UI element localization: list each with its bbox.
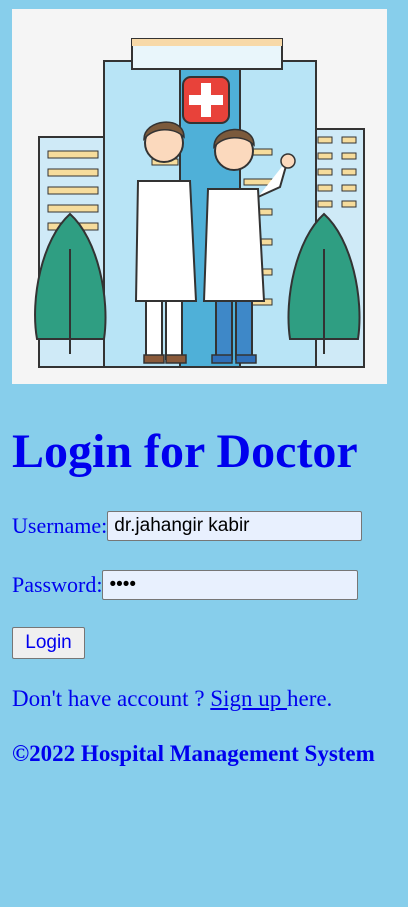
signup-suffix: here. bbox=[286, 686, 333, 711]
login-button[interactable]: Login bbox=[12, 627, 85, 659]
password-label: Password: bbox=[12, 571, 103, 597]
signup-prefix: Don't have account ? bbox=[12, 686, 211, 711]
username-input[interactable] bbox=[107, 510, 363, 541]
username-row: Username: bbox=[12, 509, 363, 541]
signup-prompt: Don't have account ? Sign up here. bbox=[12, 684, 332, 714]
username-label: Username: bbox=[12, 512, 108, 538]
hero-image bbox=[12, 9, 387, 384]
password-row: Password: bbox=[12, 568, 359, 600]
signup-link[interactable]: Sign up bbox=[210, 686, 287, 711]
password-input[interactable] bbox=[102, 569, 359, 600]
footer-copyright: ©2022 Hospital Management System bbox=[12, 741, 375, 766]
doctors-hospital-illustration-icon bbox=[12, 9, 387, 384]
page-title: Login for Doctor bbox=[12, 425, 358, 478]
